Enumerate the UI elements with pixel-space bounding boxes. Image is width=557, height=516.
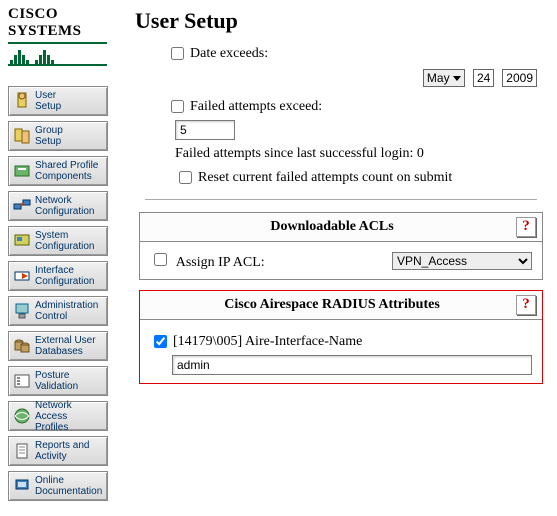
nav-posture-validation[interactable]: Posture Validation: [8, 366, 108, 396]
reset-failed-label: Reset current failed attempts count on s…: [198, 170, 452, 186]
radius-attributes-title: Cisco Airespace RADIUS Attributes ?: [140, 291, 542, 320]
docs-icon: [9, 472, 35, 500]
system-icon: [9, 227, 35, 255]
user-icon: [9, 87, 35, 115]
aire-interface-checkbox[interactable]: [154, 335, 167, 348]
assign-acl-label: Assign IP ACL:: [176, 255, 265, 270]
network-icon: [9, 192, 35, 220]
failed-attempts-input[interactable]: [175, 120, 235, 140]
nav-system-config[interactable]: System Configuration: [8, 226, 108, 256]
nav-label: Network Configuration: [35, 195, 107, 217]
database-icon: [9, 332, 35, 360]
date-exceeds-label: Date exceeds:: [190, 46, 268, 62]
nav-group-setup[interactable]: Group Setup: [8, 121, 108, 151]
nav-network-config[interactable]: Network Configuration: [8, 191, 108, 221]
failed-attempts-checkbox[interactable]: [171, 100, 184, 113]
brand-logo: CISCO SYSTEMS: [8, 6, 119, 66]
profile-icon: [9, 157, 35, 185]
nav-label: Reports and Activity: [35, 440, 107, 462]
acl-select[interactable]: VPN_Access: [392, 252, 532, 270]
divider: [145, 199, 537, 200]
year-field[interactable]: 2009: [502, 69, 537, 87]
nav-online-docs[interactable]: Online Documentation: [8, 471, 108, 501]
nav-label: Shared Profile Components: [35, 160, 107, 182]
nav-label: Group Setup: [35, 125, 107, 147]
page-title: User Setup: [135, 8, 547, 34]
reset-failed-checkbox[interactable]: [179, 171, 192, 184]
failed-attempts-label: Failed attempts exceed:: [190, 99, 322, 115]
nav-label: Network Access Profiles: [35, 400, 107, 433]
nav-user-setup[interactable]: User Setup: [8, 86, 108, 116]
nav-label: External User Databases: [35, 335, 107, 357]
downloadable-acls-box: Downloadable ACLs ? Assign IP ACL: VPN_A…: [139, 212, 543, 280]
nav-label: Interface Configuration: [35, 265, 107, 287]
date-exceeds-checkbox[interactable]: [171, 47, 184, 60]
nav-reports[interactable]: Reports and Activity: [8, 436, 108, 466]
day-field[interactable]: 24: [473, 69, 494, 87]
radius-attributes-box: Cisco Airespace RADIUS Attributes ? [141…: [139, 290, 543, 384]
nav-label: Online Documentation: [35, 475, 107, 497]
nav-network-access[interactable]: Network Access Profiles: [8, 401, 108, 431]
brand-bars: [8, 42, 107, 66]
aire-interface-input[interactable]: [172, 355, 532, 375]
nav-label: User Setup: [35, 90, 107, 112]
month-select[interactable]: May: [423, 69, 465, 87]
nav-admin-control[interactable]: Administration Control: [8, 296, 108, 326]
nav-interface-config[interactable]: Interface Configuration: [8, 261, 108, 291]
downloadable-acls-title: Downloadable ACLs ?: [140, 213, 542, 242]
group-icon: [9, 122, 35, 150]
aire-interface-label: [14179\005] Aire-Interface-Name: [173, 334, 362, 350]
admin-icon: [9, 297, 35, 325]
brand-text: CISCO SYSTEMS: [8, 6, 119, 40]
interface-icon: [9, 262, 35, 290]
nav-shared-profile[interactable]: Shared Profile Components: [8, 156, 108, 186]
assign-acl-checkbox[interactable]: [154, 253, 167, 266]
nav-label: Administration Control: [35, 300, 107, 322]
posture-icon: [9, 367, 35, 395]
nav-label: System Configuration: [35, 230, 107, 252]
help-icon[interactable]: ?: [516, 217, 536, 237]
reports-icon: [9, 437, 35, 465]
nav-external-db[interactable]: External User Databases: [8, 331, 108, 361]
failed-attempts-status: Failed attempts since last successful lo…: [175, 146, 547, 162]
help-icon[interactable]: ?: [516, 295, 536, 315]
nav-label: Posture Validation: [35, 370, 107, 392]
access-icon: [9, 402, 35, 430]
